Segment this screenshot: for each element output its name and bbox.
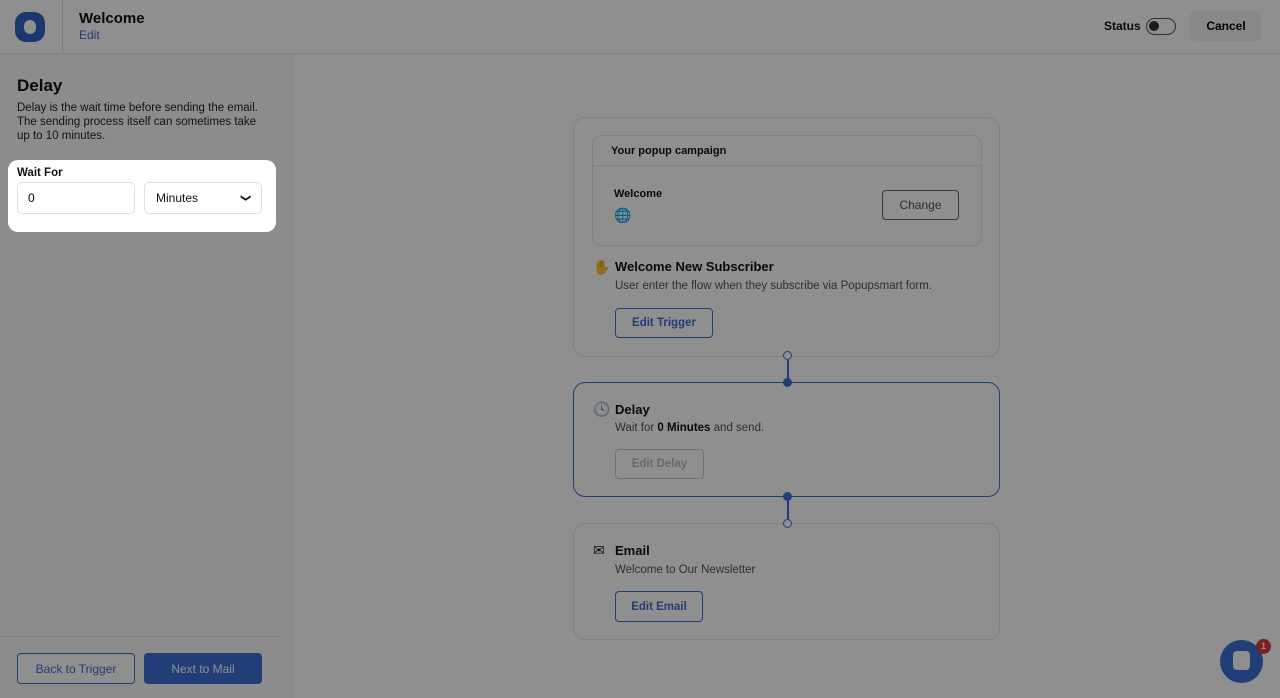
sidebar-description: Delay is the wait time before sending th… xyxy=(17,102,258,142)
divider xyxy=(62,0,63,54)
delay-card[interactable]: 🕓 Delay Wait for 0 Minutes and send. Edi… xyxy=(573,382,1000,497)
campaign-header: Your popup campaign xyxy=(611,145,727,157)
globe-icon: 🌐 xyxy=(614,207,632,223)
email-card: ✉ Email Welcome to Our Newsletter Edit E… xyxy=(573,523,1000,640)
popupsmart-logo[interactable] xyxy=(15,12,45,42)
wait-unit-select[interactable]: Minutes ❯ xyxy=(144,182,262,214)
edit-delay-button[interactable]: Edit Delay xyxy=(615,449,704,479)
status-label: Status xyxy=(1104,19,1141,33)
connector-handle[interactable] xyxy=(783,378,792,387)
connector-handle[interactable] xyxy=(783,519,792,528)
delay-value: 0 Minutes xyxy=(657,422,711,434)
connector-handle[interactable] xyxy=(783,351,792,360)
edit-title-link[interactable]: Edit xyxy=(79,28,100,42)
next-to-mail-button[interactable]: Next to Mail xyxy=(144,653,262,684)
wait-for-section: Wait For Minutes ❯ xyxy=(8,160,276,232)
connector-line xyxy=(787,500,789,520)
trigger-description: User enter the flow when they subscribe … xyxy=(615,280,933,292)
chevron-down-icon: ❯ xyxy=(239,193,251,203)
sidebar xyxy=(0,54,293,698)
selected-unit: Minutes xyxy=(156,191,199,205)
wait-amount-input[interactable] xyxy=(17,182,135,214)
flow-title: Welcome xyxy=(79,10,145,27)
chat-icon xyxy=(1233,651,1250,670)
clock-icon: 🕓 xyxy=(593,401,611,417)
email-title: Email xyxy=(615,543,650,558)
edit-email-button[interactable]: Edit Email xyxy=(615,591,703,622)
sidebar-title: Delay xyxy=(17,76,63,95)
trigger-title: Welcome New Subscriber xyxy=(615,259,774,274)
divider xyxy=(593,165,981,166)
divider xyxy=(0,636,280,637)
campaign-box: Your popup campaign Welcome 🌐 Change xyxy=(592,135,982,246)
campaign-name: Welcome xyxy=(614,188,663,200)
back-to-trigger-button[interactable]: Back to Trigger xyxy=(17,653,135,684)
status-toggle[interactable] xyxy=(1146,18,1176,35)
email-description: Welcome to Our Newsletter xyxy=(615,564,756,576)
top-bar xyxy=(0,0,1280,54)
delay-description: Wait for 0 Minutes and send. xyxy=(615,422,764,434)
trigger-card: Your popup campaign Welcome 🌐 Change ✋ W… xyxy=(573,117,1000,357)
wait-for-label: Wait For xyxy=(17,167,63,179)
waving-hand-icon: ✋ xyxy=(593,259,611,275)
delay-title: Delay xyxy=(615,402,650,417)
change-campaign-button[interactable]: Change xyxy=(882,190,959,220)
delay-desc-suffix: and send. xyxy=(713,422,765,434)
chat-badge: 1 xyxy=(1256,639,1271,654)
mail-send-icon: ✉ xyxy=(593,542,605,558)
edit-trigger-button[interactable]: Edit Trigger xyxy=(615,308,713,338)
cancel-button[interactable]: Cancel xyxy=(1190,11,1262,41)
delay-desc-prefix: Wait for xyxy=(615,422,655,434)
